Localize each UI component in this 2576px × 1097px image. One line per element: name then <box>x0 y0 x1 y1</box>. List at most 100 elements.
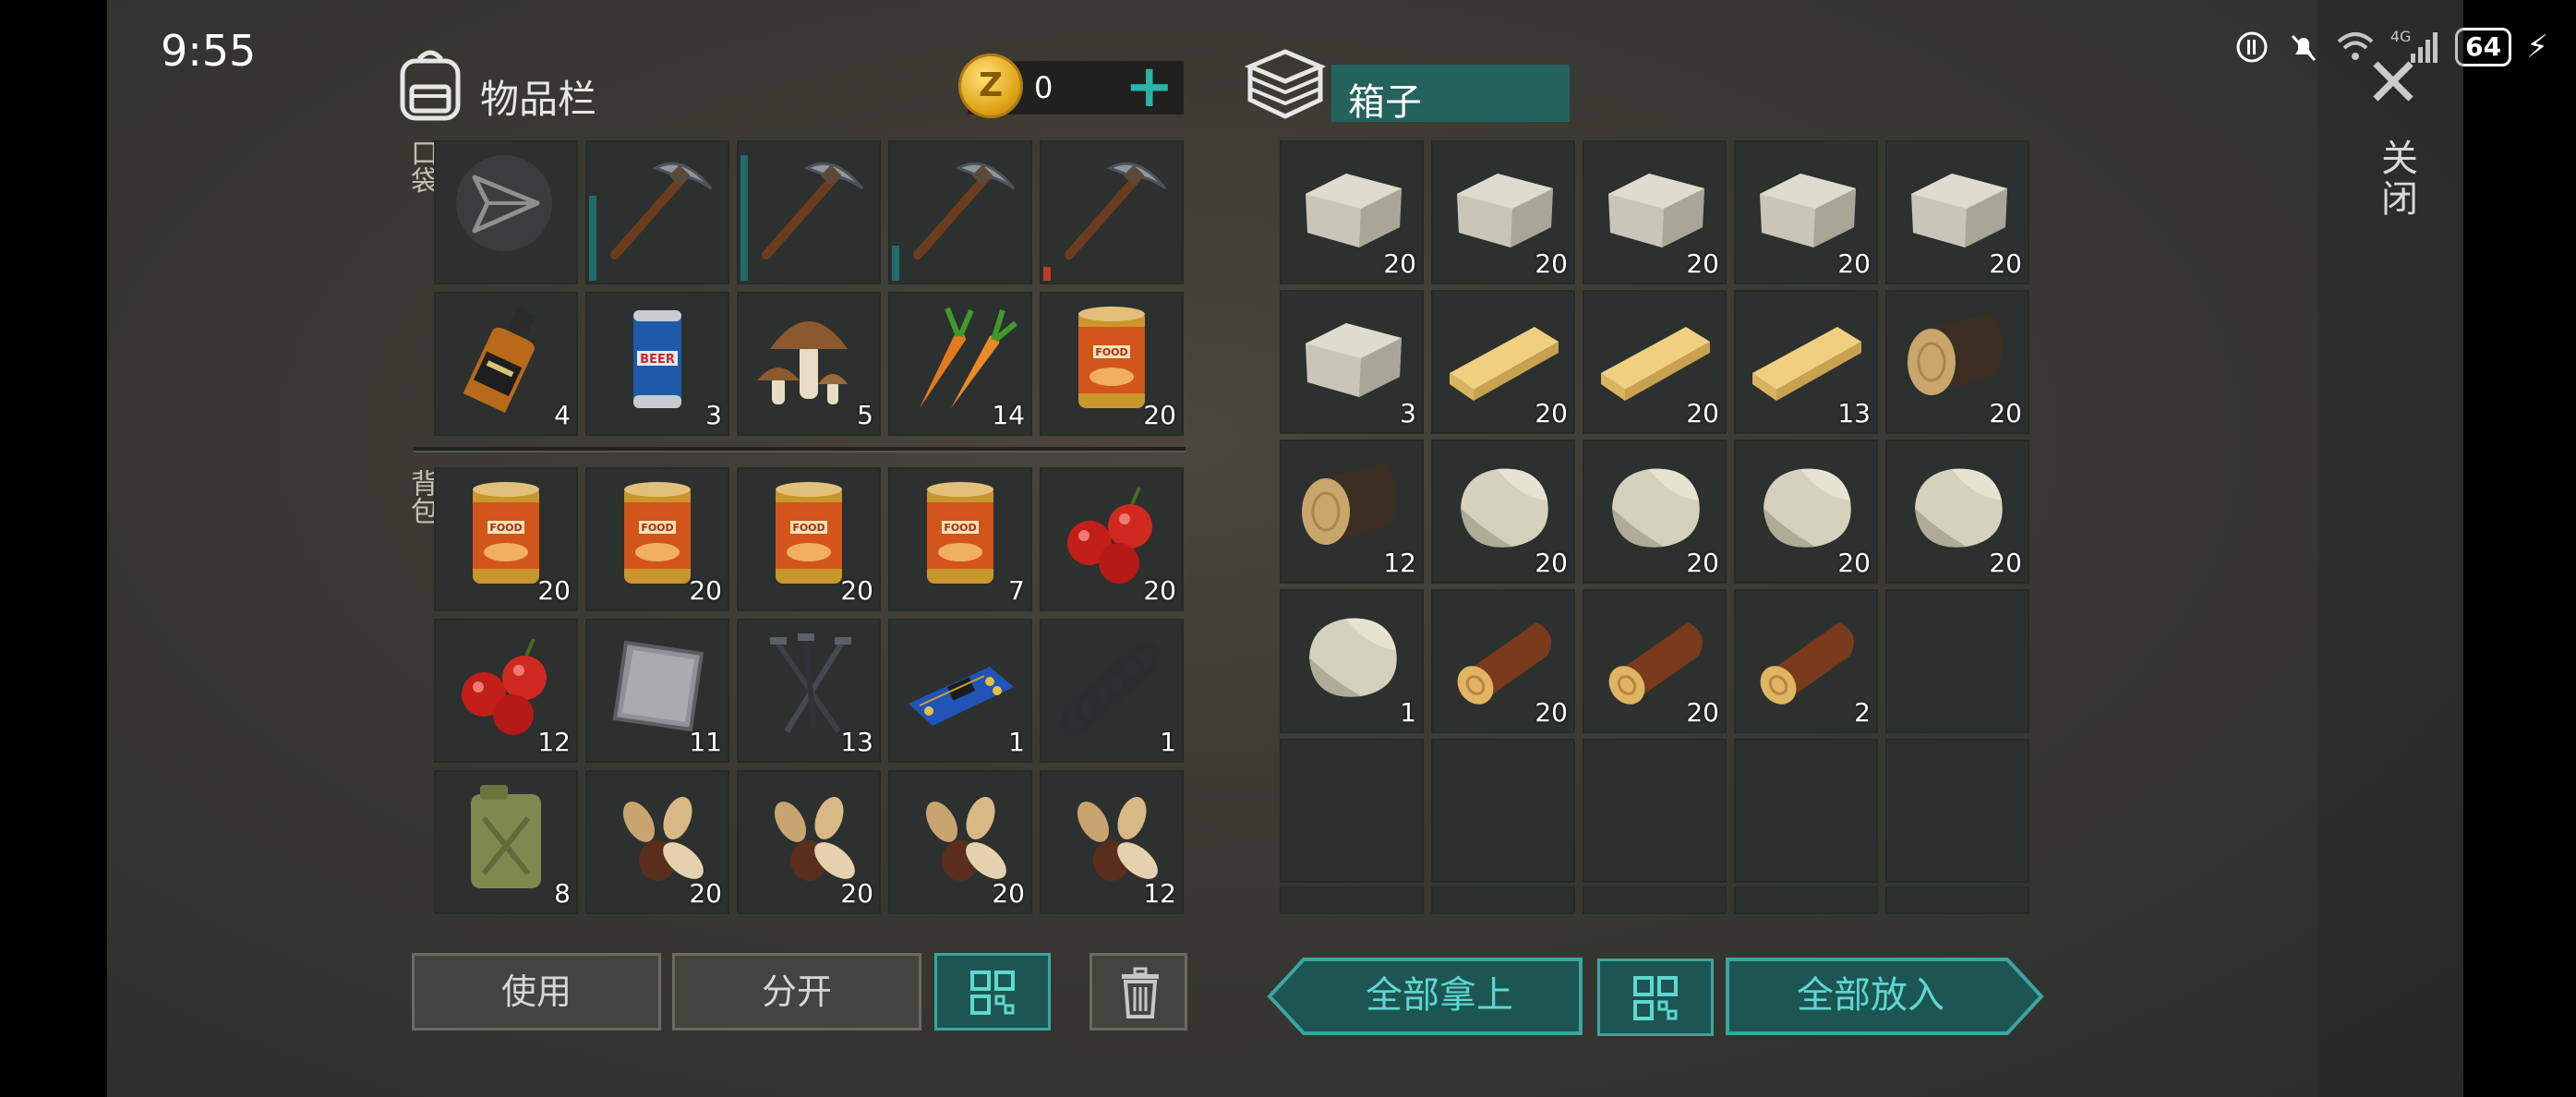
inventory-slot[interactable] <box>1583 739 1727 883</box>
food-can-icon: FOOD <box>1053 303 1171 414</box>
inventory-slot[interactable]: 13 <box>1734 290 1878 434</box>
inventory-slot[interactable]: 20 <box>1583 589 1727 733</box>
inventory-slot[interactable]: 20 <box>737 770 881 914</box>
item-count: 1 <box>1008 727 1025 757</box>
close-button[interactable]: ✕ <box>2356 46 2430 120</box>
inventory-slot[interactable] <box>1734 886 1878 914</box>
item-count: 1 <box>1400 697 1416 728</box>
inventory-slot[interactable]: 20 <box>1431 290 1575 434</box>
add-coins-button[interactable]: + <box>1125 57 1174 116</box>
inventory-slot[interactable]: 20 <box>1583 440 1727 584</box>
inventory-slot[interactable] <box>1040 140 1184 284</box>
inventory-slot[interactable]: 5 <box>737 292 881 436</box>
put-all-label: 全部放入 <box>1797 974 1944 1017</box>
stone-block-icon <box>1293 301 1411 412</box>
pickaxe-icon <box>901 151 1019 262</box>
inventory-slot[interactable]: FOOD 20 <box>1040 292 1184 436</box>
inventory-slot[interactable] <box>1885 739 2029 883</box>
take-all-button[interactable]: 全部拿上 <box>1267 957 1584 1036</box>
inventory-slot[interactable]: FOOD 20 <box>434 467 578 611</box>
inventory-slot[interactable]: 4 <box>434 292 578 436</box>
inventory-slot[interactable] <box>1280 739 1424 883</box>
item-count: 20 <box>1383 248 1416 279</box>
status-clock: 9:55 <box>161 26 257 76</box>
inventory-slot[interactable] <box>888 140 1032 284</box>
inventory-slot[interactable] <box>1885 589 2029 733</box>
inventory-slot[interactable]: 3 <box>1280 290 1424 434</box>
inventory-slot[interactable]: 20 <box>1734 140 1878 284</box>
item-count: 20 <box>1535 248 1568 279</box>
trash-icon <box>1122 967 1159 1019</box>
item-count: 2 <box>1854 697 1871 728</box>
inventory-slot[interactable]: 20 <box>1583 140 1727 284</box>
inventory-slot[interactable]: 12 <box>1280 440 1424 584</box>
inventory-slot[interactable]: 20 <box>1734 440 1878 584</box>
item-count: 12 <box>1143 878 1176 909</box>
inventory-slot[interactable]: 14 <box>888 292 1032 436</box>
seeds-icon <box>1053 781 1171 892</box>
inventory-slot[interactable]: 20 <box>1431 589 1575 733</box>
inventory-slot[interactable] <box>1280 886 1424 914</box>
inventory-slot[interactable]: 20 <box>1040 467 1184 611</box>
inventory-slot[interactable]: FOOD 20 <box>737 467 881 611</box>
pickaxe-icon <box>1053 151 1171 262</box>
item-count: 20 <box>1989 548 2022 578</box>
svg-text:BEER: BEER <box>640 353 675 367</box>
inventory-slot[interactable] <box>1431 739 1575 883</box>
pine-log-icon <box>1444 600 1562 711</box>
trash-button[interactable] <box>1089 953 1187 1031</box>
svg-text:FOOD: FOOD <box>489 522 522 534</box>
inventory-slot[interactable]: 20 <box>1583 290 1727 434</box>
inventory-slot[interactable] <box>737 140 881 284</box>
inventory-slot[interactable]: 20 <box>1431 140 1575 284</box>
use-button[interactable]: 使用 <box>412 953 661 1031</box>
inventory-slot[interactable]: 1 <box>888 619 1032 763</box>
inventory-slot[interactable]: 20 <box>1885 440 2029 584</box>
inventory-slot[interactable]: 20 <box>1431 440 1575 584</box>
inventory-slot[interactable]: FOOD 20 <box>585 467 729 611</box>
put-all-button[interactable]: 全部放入 <box>1725 957 2044 1036</box>
stone-icon <box>1595 451 1714 561</box>
inventory-slot[interactable]: 20 <box>1885 140 2029 284</box>
inventory-slot[interactable]: FOOD 7 <box>888 467 1032 611</box>
inventory-slot[interactable]: 1 <box>1280 589 1424 733</box>
inventory-slot[interactable]: 20 <box>888 770 1032 914</box>
inventory-slot[interactable]: 20 <box>1885 290 2029 434</box>
circuit-board-icon <box>901 630 1019 741</box>
pine-log-icon <box>1595 600 1714 711</box>
food-can-icon: FOOD <box>901 478 1019 589</box>
jerrycan-icon <box>447 781 565 892</box>
battery-indicator: 64 <box>2455 28 2512 66</box>
sort-inventory-button[interactable] <box>934 953 1051 1031</box>
split-button[interactable]: 分开 <box>672 953 921 1031</box>
inventory-slot[interactable] <box>1583 886 1727 914</box>
inventory-slot[interactable]: 20 <box>1280 140 1424 284</box>
inventory-slot[interactable]: BEER 3 <box>585 292 729 436</box>
spring-icon <box>1053 630 1171 741</box>
seeds-icon <box>750 781 868 892</box>
inventory-slot[interactable] <box>1431 886 1575 914</box>
inventory-slot[interactable]: 20 <box>585 770 729 914</box>
inventory-slot[interactable] <box>434 140 578 284</box>
inventory-slot[interactable] <box>1885 886 2029 914</box>
inventory-slot[interactable]: 8 <box>434 770 578 914</box>
inventory-slot[interactable] <box>1734 739 1878 883</box>
item-count: 20 <box>992 878 1025 909</box>
close-label[interactable]: 关闭 <box>2369 139 2423 220</box>
inventory-slot[interactable]: 12 <box>1040 770 1184 914</box>
stone-icon <box>1898 451 2016 561</box>
inventory-slot[interactable]: 13 <box>737 619 881 763</box>
mushrooms-icon <box>750 303 868 414</box>
inventory-slot[interactable]: 12 <box>434 619 578 763</box>
inventory-slot[interactable] <box>585 140 729 284</box>
durability-bar <box>892 246 899 281</box>
inventory-slot[interactable]: 11 <box>585 619 729 763</box>
inventory-slot[interactable]: 1 <box>1040 619 1184 763</box>
item-count: 14 <box>992 400 1025 430</box>
grid-icon <box>970 970 1015 1015</box>
item-count: 8 <box>554 878 571 909</box>
box-title: 箱子 <box>1348 81 1422 124</box>
item-count: 20 <box>1686 697 1719 728</box>
sort-box-button[interactable] <box>1597 958 1714 1036</box>
inventory-slot[interactable]: 2 <box>1734 589 1878 733</box>
